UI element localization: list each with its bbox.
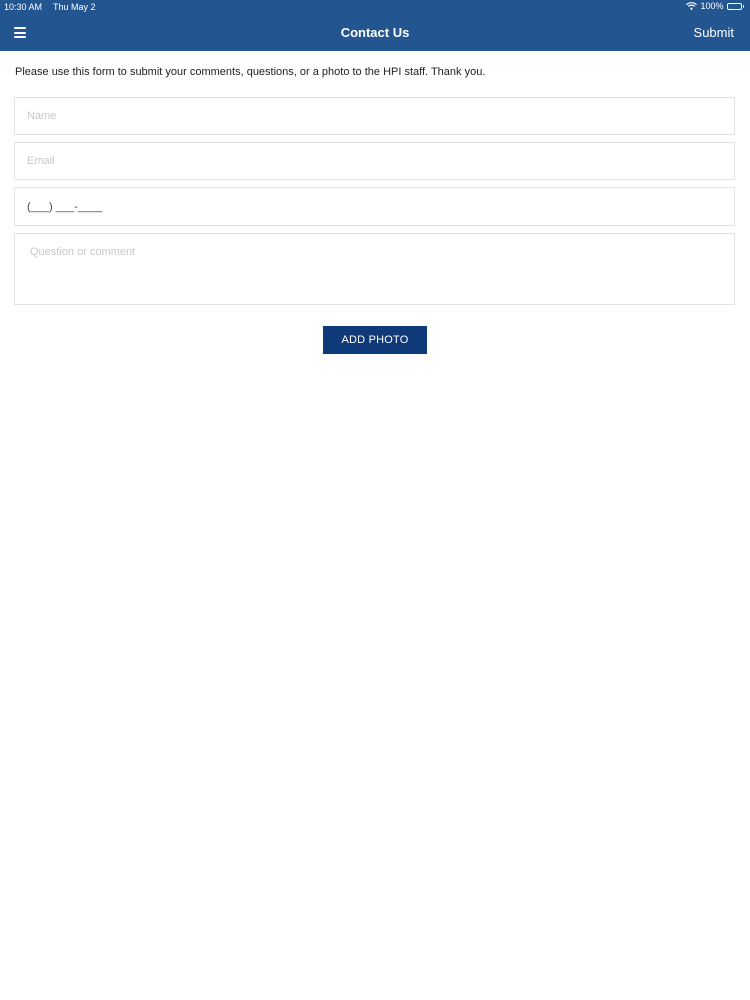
status-indicators: 100%: [686, 1, 744, 11]
add-photo-button[interactable]: ADD PHOTO: [323, 326, 427, 354]
wifi-icon: [686, 2, 698, 10]
phone-field[interactable]: [14, 187, 735, 226]
email-field[interactable]: [14, 142, 735, 180]
contact-us-screen: 10:30 AM Thu May 2 100% Contact Us Submi…: [0, 0, 750, 1000]
navigation-bar: Contact Us Submit: [0, 14, 750, 51]
battery-percent: 100%: [700, 1, 724, 11]
status-date: Thu May 2: [53, 2, 96, 12]
page-title: Contact Us: [340, 25, 410, 40]
submit-button[interactable]: Submit: [694, 25, 734, 40]
name-field[interactable]: [14, 97, 735, 135]
top-bar: 10:30 AM Thu May 2 100% Contact Us Submi…: [0, 0, 750, 51]
status-time: 10:30 AM: [4, 2, 43, 12]
form-intro-text: Please use this form to submit your comm…: [15, 66, 486, 78]
battery-icon: [726, 2, 744, 10]
comment-field[interactable]: [14, 233, 735, 305]
status-bar: 10:30 AM Thu May 2 100%: [0, 0, 750, 14]
